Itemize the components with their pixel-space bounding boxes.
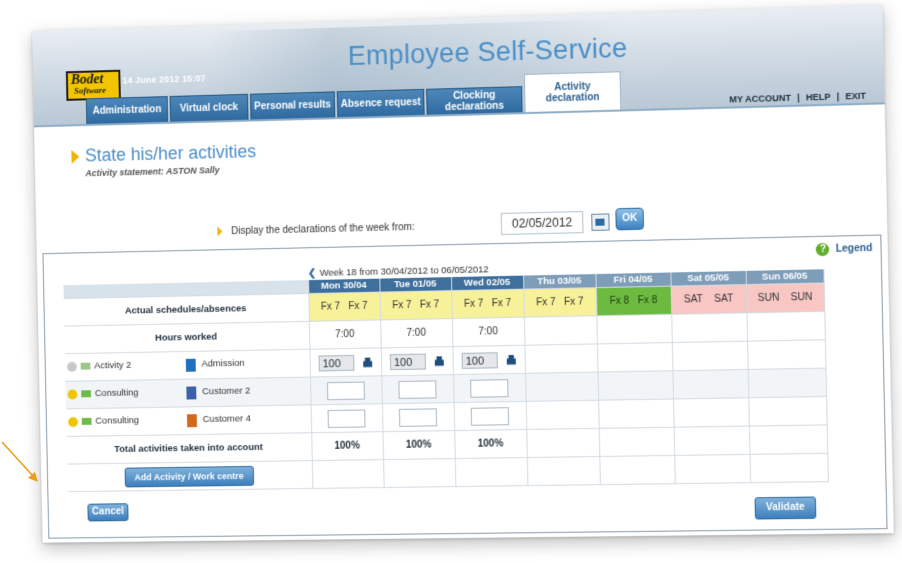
tab-clocking-declarations[interactable]: Clocking declarations: [426, 86, 523, 115]
activity-flag-icon: [82, 418, 92, 425]
display-chevron-icon: [217, 226, 222, 236]
page-subtitle: Activity statement: ASTON Sally: [85, 165, 219, 178]
activity-percent-input[interactable]: 100: [462, 352, 498, 369]
hours-cell: [596, 314, 671, 344]
hours-cell: [671, 313, 747, 343]
legend-link[interactable]: ? Legend: [816, 242, 872, 256]
validate-button[interactable]: Validate: [754, 497, 816, 520]
activity-percent-input[interactable]: [471, 407, 509, 426]
activity-percent-input[interactable]: [328, 409, 366, 428]
distribute-icon[interactable]: [435, 356, 444, 366]
tab-personal-results[interactable]: Personal results: [250, 91, 335, 119]
totals-label: Total activities taken into account: [67, 433, 312, 464]
hours-label: Hours worked: [64, 321, 309, 353]
display-week-label: Display the declarations of the week fro…: [231, 222, 415, 237]
schedule-cell: SAT SAT: [671, 285, 747, 315]
ok-button[interactable]: OK: [615, 208, 644, 231]
schedule-cell: Fx 7 Fx 7: [523, 288, 596, 318]
customer-color-icon: [187, 414, 197, 427]
activity-percent-input[interactable]: [399, 408, 437, 427]
activity-flag-icon: [81, 363, 91, 370]
title-chevron-icon: [71, 150, 79, 164]
exit-link[interactable]: EXIT: [845, 91, 866, 102]
total-cell: 100%: [311, 432, 383, 461]
customer-name: Customer 2: [202, 386, 250, 398]
activity-percent-input[interactable]: 100: [318, 354, 354, 371]
add-icon[interactable]: [68, 417, 78, 427]
hours-cell: [747, 311, 825, 341]
my-account-link[interactable]: MY ACCOUNT: [729, 93, 791, 105]
activity-flag-icon: [81, 390, 91, 397]
hours-cell: 7:00: [452, 317, 525, 346]
activity-row-label: Activity 2 Admission: [65, 350, 310, 381]
bodet-logo: Bodet Software: [66, 70, 121, 101]
activity-row-label: Consulting Customer 4: [66, 405, 311, 436]
activity-percent-input[interactable]: [470, 379, 508, 398]
tab-absence-request[interactable]: Absence request: [337, 89, 425, 117]
distribute-icon[interactable]: [363, 357, 372, 367]
activity-percent-input[interactable]: [327, 381, 365, 400]
activity-grid-panel: ? Legend ❮ Week 18 from 30/04/2012 to 06/0…: [42, 235, 887, 539]
calendar-icon[interactable]: [591, 213, 610, 231]
hours-cell: 7:00: [380, 319, 452, 348]
distribute-icon[interactable]: [507, 354, 516, 364]
previous-week-icon[interactable]: ❮: [308, 268, 316, 279]
page-title: State his/her activities: [85, 141, 257, 166]
remove-icon[interactable]: [67, 362, 77, 372]
schedule-cell: Fx 7 Fx 7: [451, 289, 524, 318]
activity-name: Consulting: [95, 415, 139, 427]
schedule-cell: Fx 8 Fx 8: [596, 286, 671, 316]
customer-name: Customer 4: [203, 413, 251, 425]
customer-name: Admission: [201, 358, 244, 370]
screenshot-sheet: Bodet Software 14 June 2012 15:07 Employ…: [32, 5, 894, 543]
schedule-cell: SUN SUN: [746, 283, 824, 313]
schedule-cell: Fx 7 Fx 7: [308, 292, 380, 321]
customer-color-icon: [186, 386, 196, 399]
activity-percent-input[interactable]: 100: [390, 353, 426, 370]
activity-name: Consulting: [95, 387, 139, 399]
week-date-input[interactable]: 02/05/2012: [501, 211, 584, 235]
tab-activity-declaration[interactable]: Activity declaration: [524, 71, 621, 112]
tab-administration[interactable]: Administration: [86, 96, 168, 124]
add-activity-button[interactable]: Add Activity / Work centre: [125, 465, 254, 487]
callout-arrow-icon: [0, 440, 42, 486]
total-cell: 100%: [383, 431, 455, 460]
schedule-cell: Fx 7 Fx 7: [380, 291, 452, 320]
activity-row-label: Consulting Customer 2: [65, 378, 310, 409]
help-link[interactable]: HELP: [806, 92, 831, 103]
tab-virtual-clock[interactable]: Virtual clock: [170, 94, 249, 122]
total-cell: 100%: [454, 429, 527, 458]
customer-color-icon: [186, 359, 196, 372]
activity-percent-input[interactable]: [398, 380, 436, 399]
activity-grid: Mon 30/04 Tue 01/05 Wed 02/05 Thu 03/05 …: [63, 269, 828, 492]
activity-name: Activity 2: [94, 360, 131, 372]
cancel-button[interactable]: Cancel: [87, 503, 128, 521]
add-icon[interactable]: [68, 389, 78, 399]
header-datetime: 14 June 2012 15:07: [122, 73, 205, 85]
hours-cell: 7:00: [309, 320, 381, 349]
legend-question-icon: ?: [816, 243, 830, 256]
hours-cell: [524, 316, 597, 345]
